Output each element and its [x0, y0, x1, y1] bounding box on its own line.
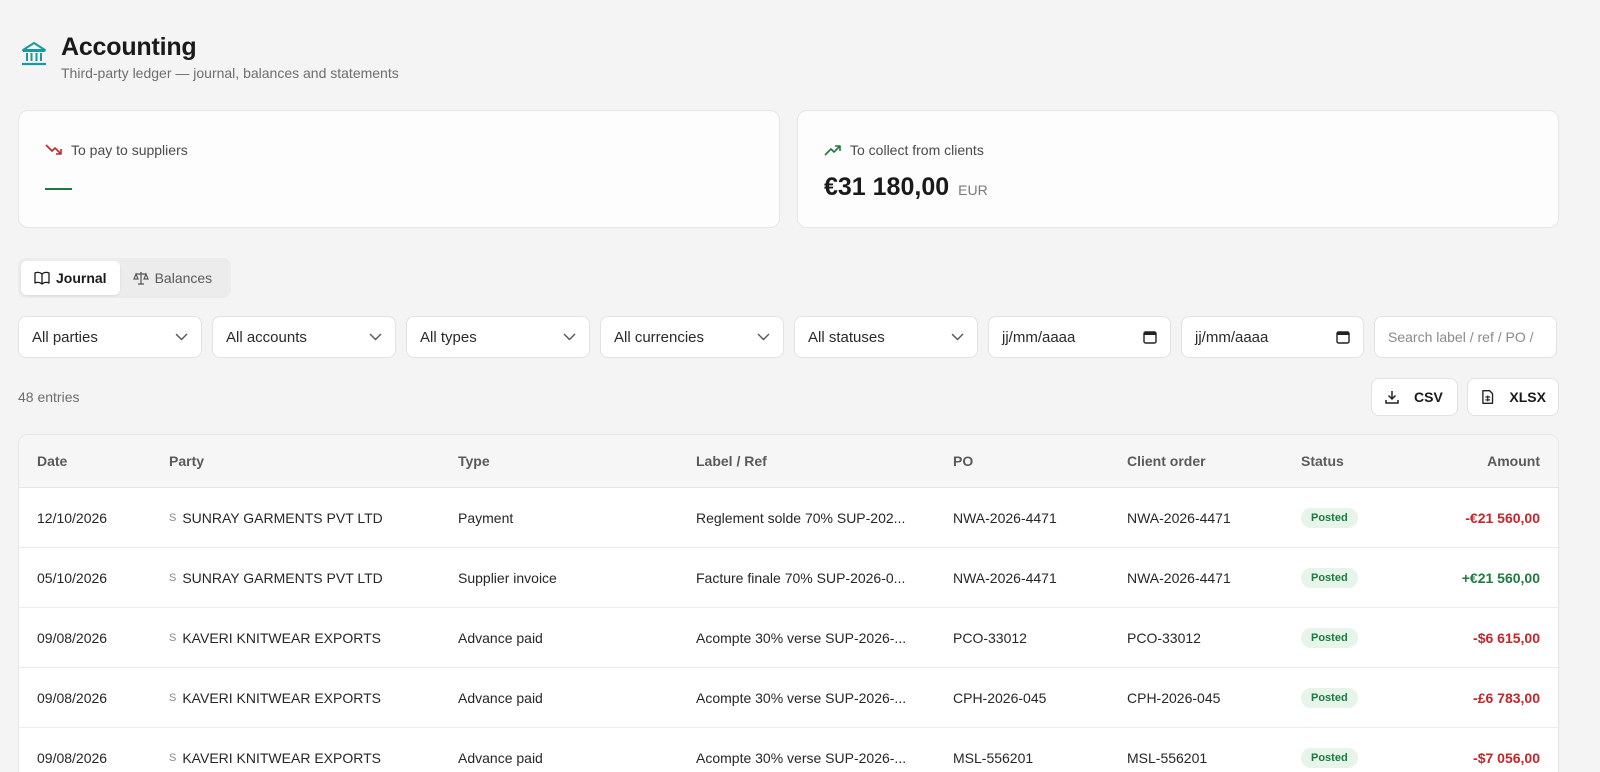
row-party: KAVERI KNITWEAR EXPORTS	[182, 749, 381, 766]
col-po[interactable]: PO	[953, 435, 973, 487]
to-collect-label: To collect from clients	[850, 142, 984, 158]
accounts-select[interactable]: All accounts	[212, 316, 396, 358]
party-type-marker: S	[169, 571, 177, 584]
trending-up-icon	[824, 145, 841, 156]
row-amount: -$7 056,00	[1473, 749, 1540, 766]
table-row[interactable]: 09/08/2026 S KAVERI KNITWEAR EXPORTS Adva…	[19, 608, 1558, 668]
tab-balances[interactable]: Balances	[120, 261, 226, 295]
status-badge: Posted	[1301, 567, 1358, 588]
statuses-select[interactable]: All statuses	[794, 316, 978, 358]
row-amount: -$6 615,00	[1473, 629, 1540, 646]
status-badge: Posted	[1301, 627, 1358, 648]
row-po: NWA-2026-4471	[953, 509, 1057, 526]
row-date: 09/08/2026	[37, 689, 108, 706]
row-label: Acompte 30% verse SUP-2026-...	[696, 689, 907, 706]
tab-journal[interactable]: Journal	[21, 261, 120, 295]
export-csv-button[interactable]: CSV	[1371, 378, 1458, 416]
row-type: Advance paid	[458, 629, 543, 646]
row-party: KAVERI KNITWEAR EXPORTS	[182, 629, 381, 646]
to-collect-card: To collect from clients €31 180,00 EUR	[797, 110, 1559, 228]
row-label: Reglement solde 70% SUP-202...	[696, 509, 906, 526]
date-to-input[interactable]: jj/mm/aaaa	[1181, 316, 1364, 358]
row-label: Acompte 30% verse SUP-2026-...	[696, 749, 907, 766]
row-amount: +€21 560,00	[1461, 569, 1540, 586]
currencies-select[interactable]: All currencies	[600, 316, 784, 358]
row-client-order: MSL-556201	[1127, 749, 1208, 766]
row-amount: -€21 560,00	[1465, 509, 1540, 526]
col-status[interactable]: Status	[1301, 435, 1344, 487]
filter-bar: All parties All accounts All types All c…	[18, 316, 1557, 358]
row-client-order: CPH-2026-045	[1127, 689, 1221, 706]
view-tabs: Journal Balances	[18, 258, 231, 298]
chevron-down-icon	[757, 333, 770, 341]
row-party: SUNRAY GARMENTS PVT LTD	[182, 569, 383, 586]
trending-down-icon	[45, 144, 62, 155]
col-amount[interactable]: Amount	[1487, 435, 1540, 487]
row-type: Advance paid	[458, 689, 543, 706]
entries-count: 48 entries	[18, 389, 80, 405]
to-collect-currency: EUR	[958, 182, 988, 198]
row-party: KAVERI KNITWEAR EXPORTS	[182, 689, 381, 706]
row-amount: -£6 783,00	[1473, 689, 1540, 706]
party-type-marker: S	[169, 691, 177, 704]
chevron-down-icon	[369, 333, 382, 341]
row-label: Acompte 30% verse SUP-2026-...	[696, 629, 907, 646]
row-client-order: PCO-33012	[1127, 629, 1201, 646]
types-select[interactable]: All types	[406, 316, 590, 358]
row-client-order: NWA-2026-4471	[1127, 509, 1231, 526]
page-title: Accounting	[61, 33, 197, 61]
row-date: 09/08/2026	[37, 629, 108, 646]
row-type: Supplier invoice	[458, 569, 557, 586]
row-date: 05/10/2026	[37, 569, 108, 586]
to-collect-amount: €31 180,00	[824, 173, 950, 201]
bank-icon	[22, 42, 46, 66]
row-po: MSL-556201	[953, 749, 1034, 766]
row-label: Facture finale 70% SUP-2026-0...	[696, 569, 906, 586]
party-type-marker: S	[169, 751, 177, 764]
book-open-icon	[34, 271, 50, 285]
col-party[interactable]: Party	[169, 435, 204, 487]
to-pay-card: To pay to suppliers	[18, 110, 780, 228]
col-type[interactable]: Type	[458, 435, 490, 487]
row-type: Advance paid	[458, 749, 543, 766]
col-label[interactable]: Label / Ref	[696, 435, 921, 487]
spreadsheet-icon	[1482, 390, 1494, 404]
table-row[interactable]: 09/08/2026 S KAVERI KNITWEAR EXPORTS Adva…	[19, 728, 1558, 772]
to-pay-empty-value	[45, 188, 72, 190]
chevron-down-icon	[563, 333, 576, 341]
journal-table: Date Party Type Label / Ref PO Client or…	[18, 434, 1559, 772]
table-header: Date Party Type Label / Ref PO Client or…	[19, 435, 1558, 488]
parties-select[interactable]: All parties	[18, 316, 202, 358]
table-row[interactable]: 12/10/2026 S SUNRAY GARMENTS PVT LTD Paym…	[19, 488, 1558, 548]
calendar-icon[interactable]	[1336, 330, 1350, 344]
export-xlsx-button[interactable]: XLSX	[1467, 378, 1559, 416]
row-client-order: NWA-2026-4471	[1127, 569, 1231, 586]
download-icon	[1385, 391, 1399, 404]
row-date: 09/08/2026	[37, 749, 108, 766]
table-row[interactable]: 09/08/2026 S KAVERI KNITWEAR EXPORTS Adva…	[19, 668, 1558, 728]
row-po: CPH-2026-045	[953, 689, 1047, 706]
table-row[interactable]: 05/10/2026 S SUNRAY GARMENTS PVT LTD Supp…	[19, 548, 1558, 608]
party-type-marker: S	[169, 511, 177, 524]
col-date[interactable]: Date	[37, 435, 67, 487]
scale-icon	[132, 272, 149, 285]
page-header: Accounting Third-party ledger — journal,…	[20, 32, 399, 81]
page-subtitle: Third-party ledger — journal, balances a…	[61, 65, 399, 81]
row-party: SUNRAY GARMENTS PVT LTD	[182, 509, 383, 526]
row-type: Payment	[458, 509, 514, 526]
calendar-icon[interactable]	[1143, 330, 1157, 344]
chevron-down-icon	[175, 333, 188, 341]
chevron-down-icon	[951, 333, 964, 341]
col-client-order[interactable]: Client order	[1127, 435, 1206, 487]
status-badge: Posted	[1301, 747, 1358, 768]
row-date: 12/10/2026	[37, 509, 108, 526]
row-po: NWA-2026-4471	[953, 569, 1057, 586]
date-from-input[interactable]: jj/mm/aaaa	[988, 316, 1171, 358]
to-pay-label: To pay to suppliers	[71, 142, 188, 158]
row-po: PCO-33012	[953, 629, 1027, 646]
party-type-marker: S	[169, 631, 177, 644]
status-badge: Posted	[1301, 507, 1358, 528]
status-badge: Posted	[1301, 687, 1358, 708]
search-input[interactable]: Search label / ref / PO /	[1374, 316, 1557, 358]
